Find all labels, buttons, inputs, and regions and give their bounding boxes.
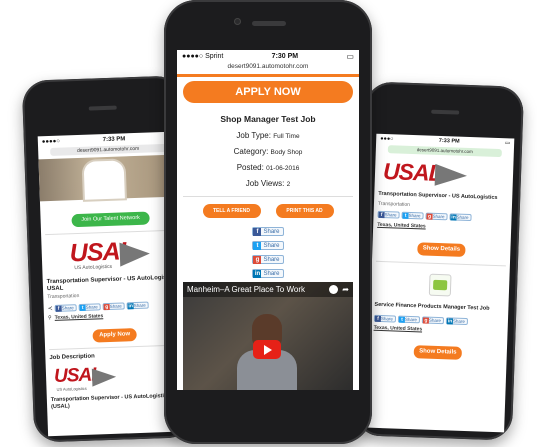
apply-now-button[interactable]: Apply Now: [92, 328, 137, 343]
video-title-bar: Manheim–A Great Place To Work ➦: [183, 282, 353, 297]
usal-logo: USAL US AutoLogistics: [69, 237, 154, 272]
company-logo-icon: [432, 279, 448, 291]
twitter-share-button[interactable]: t Share: [78, 303, 101, 312]
hero-photo: [38, 154, 180, 202]
twitter-share-button[interactable]: t Share: [397, 315, 421, 324]
center-url-bar[interactable]: desert9091.automotohr.com: [199, 62, 337, 72]
twitter-share-button[interactable]: t Share: [252, 241, 284, 250]
right-phone-screen: ●●●○ 7:33 PM ▭ desert9091.automotohr.com…: [366, 133, 515, 433]
facebook-share-button[interactable]: f Share: [252, 227, 284, 236]
clock-icon[interactable]: [329, 285, 339, 294]
apply-now-button[interactable]: APPLY NOW: [183, 81, 353, 103]
hero-person: [83, 160, 125, 200]
linkedin-icon: in: [253, 269, 262, 278]
battery-icon: ▭: [346, 51, 354, 61]
video-controls: ➦: [329, 285, 349, 294]
linkedin-share-button[interactable]: in Share: [252, 269, 284, 278]
linkedin-share-button[interactable]: in Share: [445, 317, 469, 326]
category-row: Category: Body Shop: [233, 147, 303, 156]
show-details-button-2[interactable]: Show Details: [413, 345, 463, 360]
center-status-bar: ●●●●○ Sprint 7:30 PM ▭: [177, 50, 359, 62]
job-type-row: Job Type: Full Time: [236, 131, 300, 140]
front-camera-icon: [234, 18, 241, 25]
video-title: Manheim–A Great Place To Work: [187, 285, 305, 294]
show-details-button[interactable]: Show Details: [417, 242, 466, 257]
center-status-time: 7:30 PM: [271, 52, 299, 60]
right-phone-speaker: [431, 109, 460, 115]
linkedin-share-button[interactable]: in Share: [449, 213, 472, 222]
posted-row: Posted: 01-06-2016: [236, 163, 300, 172]
play-icon: [264, 345, 272, 355]
usal-logo-small: USAL US AutoLogistics: [54, 364, 125, 393]
signal-icon: ●●●●○: [182, 52, 206, 60]
right-status-time: 7:33 PM: [438, 137, 460, 145]
center-phone: ●●●●○ Sprint 7:30 PM ▭ desert9091.automo…: [164, 0, 372, 444]
center-phone-speaker: [252, 21, 286, 26]
left-status-time: 7:33 PM: [102, 135, 126, 143]
youtube-play-button[interactable]: [253, 340, 281, 359]
map-pin-icon: ⚲: [47, 315, 52, 322]
twitter-icon: t: [253, 241, 262, 250]
video-player[interactable]: Manheim–A Great Place To Work ➦: [183, 282, 353, 390]
views-row: Job Views: 2: [245, 179, 291, 188]
usal-arrow-icon: [434, 163, 468, 187]
facebook-share-button[interactable]: f Share: [377, 210, 400, 219]
battery-icon: ▭: [504, 140, 511, 147]
job-title: Shop Manager Test Job: [220, 114, 316, 124]
google-icon: g: [253, 255, 262, 264]
facebook-share-button[interactable]: f Share: [54, 304, 77, 312]
app-showcase: ●●●●○ 7:33 PM ▭ desert9091.automotohr.co…: [0, 0, 537, 447]
facebook-share-button[interactable]: f Share: [373, 314, 397, 323]
google-share-button[interactable]: g Share: [425, 212, 448, 221]
share-column: f Share t Share g Share in Share: [177, 218, 359, 278]
usal-arrow-icon: [119, 241, 151, 267]
google-share-button[interactable]: g Share: [421, 316, 445, 325]
carrier: ●●●●○ Sprint: [182, 52, 224, 60]
center-phone-screen: ●●●●○ Sprint 7:30 PM ▭ desert9091.automo…: [177, 50, 359, 390]
tell-a-friend-button[interactable]: TELL A FRIEND: [202, 204, 261, 218]
twitter-share-button[interactable]: t Share: [401, 211, 424, 220]
usal-logo: USAL: [383, 158, 494, 191]
signal-icon: ●●●●○: [41, 138, 61, 145]
left-phone-speaker: [88, 105, 117, 111]
facebook-icon: f: [253, 227, 262, 236]
right-phone: ●●●○ 7:33 PM ▭ desert9091.automotohr.com…: [353, 81, 525, 441]
company-logo-placeholder: [428, 273, 452, 297]
usal-arrow-icon: [91, 367, 117, 387]
join-talent-network-button[interactable]: Join Our Talent Network: [71, 211, 150, 228]
print-this-ad-button[interactable]: PRINT THIS AD: [275, 204, 334, 218]
google-share-button[interactable]: g Share: [102, 302, 125, 311]
signal-icon: ●●●○: [380, 135, 394, 143]
share-arrow-icon[interactable]: ➦: [342, 285, 349, 294]
google-share-button[interactable]: g Share: [252, 255, 284, 264]
share-icon: ≺: [47, 305, 53, 313]
action-buttons-row: TELL A FRIEND PRINT THIS AD: [177, 197, 359, 218]
linkedin-share-button[interactable]: in Share: [126, 301, 149, 310]
